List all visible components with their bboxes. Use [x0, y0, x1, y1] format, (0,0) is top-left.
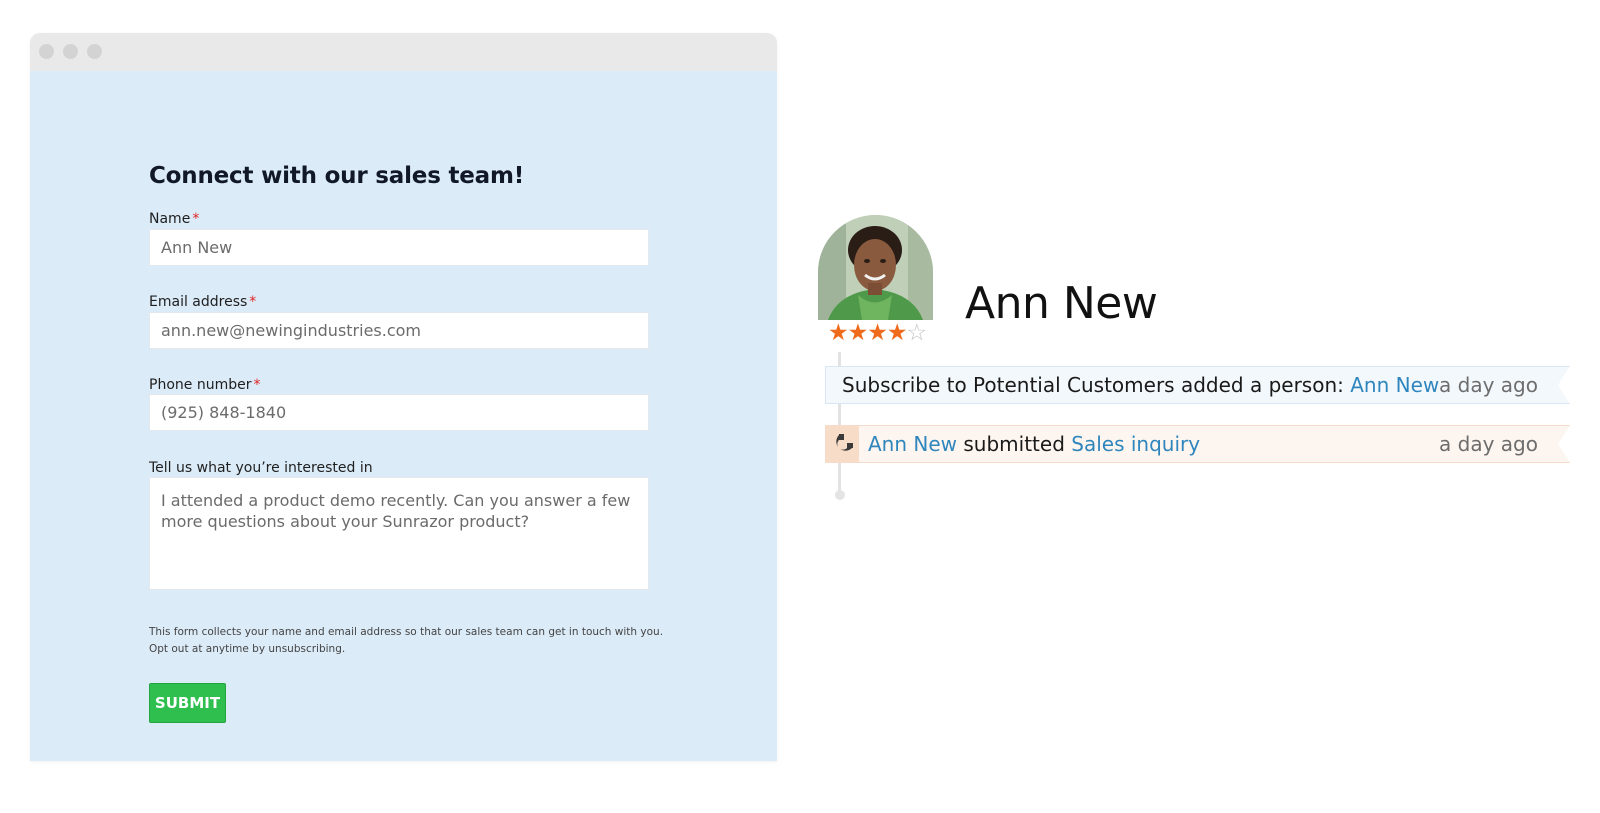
phone-label: Phone number *	[149, 377, 260, 393]
star-filled-icon[interactable]: ★	[848, 320, 869, 346]
phone-label-text: Phone number	[149, 377, 252, 393]
email-label: Email address *	[149, 294, 256, 310]
magnet-icon-svg	[835, 434, 853, 451]
activity-prefix: Subscribe to Potential Customers added a…	[842, 373, 1351, 397]
ribbon-notch	[1558, 425, 1570, 463]
form-page: Connect with our sales team! Name * Ann N…	[30, 71, 777, 761]
activity-item: Subscribe to Potential Customers added a…	[825, 366, 1570, 404]
form-title: Connect with our sales team!	[149, 163, 525, 189]
email-label-text: Email address	[149, 294, 248, 310]
magnet-icon	[826, 426, 859, 462]
star-empty-icon[interactable]: ☆	[907, 320, 928, 346]
browser-window: Connect with our sales team! Name * Ann N…	[30, 33, 777, 761]
activity-time: a day ago	[1439, 432, 1538, 456]
avatar-photo	[818, 215, 933, 320]
name-field[interactable]: Ann New	[149, 229, 649, 266]
avatar	[818, 215, 933, 320]
activity-time: a day ago	[1439, 373, 1538, 397]
person-name: Ann New	[965, 278, 1158, 329]
required-marker: *	[253, 377, 261, 393]
activity-text: Subscribe to Potential Customers added a…	[842, 367, 1439, 403]
person-link[interactable]: Ann New	[1350, 373, 1439, 397]
activity-verb: submitted	[957, 432, 1072, 456]
window-close-dot[interactable]	[39, 44, 54, 59]
star-rating[interactable]: ★★★★☆	[828, 320, 928, 346]
interest-label: Tell us what you’re interested in	[149, 460, 373, 476]
disclaimer-line-1: This form collects your name and email a…	[149, 626, 664, 638]
form-link[interactable]: Sales inquiry	[1071, 432, 1200, 456]
required-marker: *	[192, 211, 200, 227]
window-zoom-dot[interactable]	[87, 44, 102, 59]
window-titlebar	[30, 33, 777, 71]
required-marker: *	[249, 294, 257, 310]
email-field[interactable]: ann.new@newingindustries.com	[149, 312, 649, 349]
form-disclaimer: This form collects your name and email a…	[149, 624, 669, 658]
star-filled-icon[interactable]: ★	[867, 320, 888, 346]
activity-text: Ann New submitted Sales inquiry	[868, 426, 1200, 462]
interest-textarea[interactable]: I attended a product demo recently. Can …	[149, 477, 649, 590]
phone-field[interactable]: (925) 848-1840	[149, 394, 649, 431]
activity-item: Ann New submitted Sales inquiry a day ag…	[825, 425, 1570, 463]
person-link[interactable]: Ann New	[868, 432, 957, 456]
name-label: Name *	[149, 211, 199, 227]
disclaimer-line-2: Opt out at anytime by unsubscribing.	[149, 643, 346, 655]
submit-button[interactable]: SUBMIT	[149, 683, 226, 723]
star-filled-icon[interactable]: ★	[887, 320, 908, 346]
star-filled-icon[interactable]: ★	[828, 320, 849, 346]
window-minimize-dot[interactable]	[63, 44, 78, 59]
timeline-end-dot	[835, 490, 845, 500]
name-label-text: Name	[149, 211, 191, 227]
ribbon-notch	[1558, 366, 1570, 404]
